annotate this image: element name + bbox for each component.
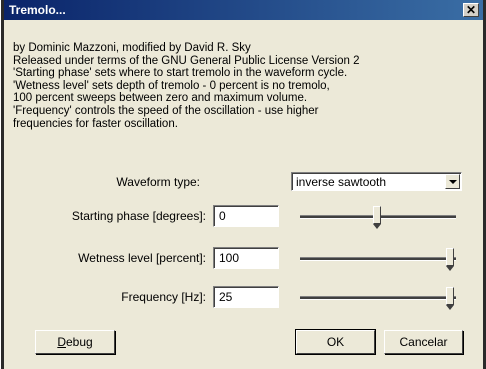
frequency-label: Frequency [Hz]: xyxy=(121,290,206,304)
slider-thumb[interactable] xyxy=(373,206,381,229)
title-bar[interactable]: Tremolo... ✕ xyxy=(4,0,483,20)
wetness-level-label: Wetness level [percent]: xyxy=(78,251,206,265)
ok-button[interactable]: OK xyxy=(295,329,376,355)
slider-track xyxy=(300,296,456,300)
cancel-button[interactable]: Cancelar xyxy=(384,330,463,354)
description-line: by Dominic Mazzoni, modified by David R.… xyxy=(13,42,251,54)
tremolo-dialog: Tremolo... ✕ by Dominic Mazzoni, modifie… xyxy=(1,0,486,369)
description-text: by Dominic Mazzoni, modified by David R.… xyxy=(13,42,473,130)
starting-phase-input[interactable]: 0 xyxy=(213,205,279,227)
waveform-type-label: Waveform type: xyxy=(116,175,200,189)
slider-thumb[interactable] xyxy=(446,287,454,310)
slider-thumb[interactable] xyxy=(446,248,454,271)
window-title: Tremolo... xyxy=(9,3,66,17)
description-line: 'Starting phase' sets where to start tre… xyxy=(13,67,348,80)
waveform-type-select[interactable]: inverse sawtooth xyxy=(291,172,462,191)
wetness-level-slider[interactable] xyxy=(300,246,456,271)
debug-button[interactable]: Debug xyxy=(35,330,115,354)
wetness-level-input[interactable]: 100 xyxy=(213,247,279,269)
debug-accelerator: D xyxy=(57,335,66,349)
description-line: 100 percent sweeps between zero and maxi… xyxy=(13,92,308,105)
description-line: frequencies for faster oscillation. xyxy=(13,117,178,130)
chevron-down-icon[interactable] xyxy=(445,174,460,189)
starting-phase-slider[interactable] xyxy=(300,204,456,229)
debug-label: ebug xyxy=(65,335,93,349)
starting-phase-label: Starting phase [degrees]: xyxy=(71,209,206,223)
description-line: Released under terms of the GNU General … xyxy=(13,54,360,67)
frequency-input[interactable]: 25 xyxy=(213,286,279,308)
slider-track xyxy=(300,257,456,261)
waveform-type-value: inverse sawtooth xyxy=(296,175,387,189)
description-line: 'Wetness level' sets depth of tremolo - … xyxy=(13,79,330,92)
close-button[interactable]: ✕ xyxy=(463,3,479,17)
frequency-slider[interactable] xyxy=(300,285,456,310)
close-icon: ✕ xyxy=(465,3,477,17)
description-line: 'Frequency' controls the speed of the os… xyxy=(13,104,319,117)
